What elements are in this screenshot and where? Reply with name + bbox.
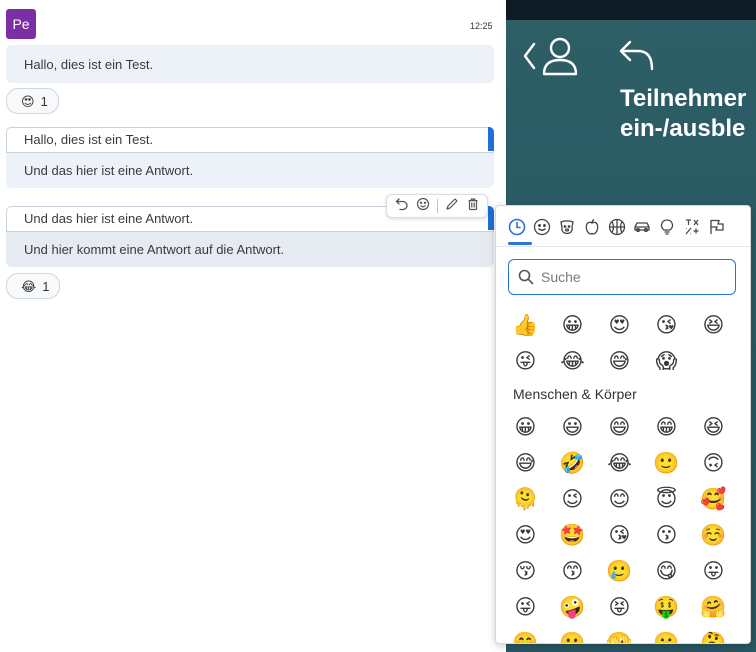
symbols-icon[interactable] xyxy=(681,216,702,238)
emoji-option[interactable]: 🤩 xyxy=(549,517,596,553)
return-arrow-icon[interactable] xyxy=(618,39,656,78)
panel-title-line2: ein-/ausble xyxy=(620,115,746,142)
emoji-option[interactable]: 🤪 xyxy=(549,589,596,625)
clock-icon[interactable] xyxy=(506,216,527,238)
emoji-option[interactable]: ☺️ xyxy=(690,517,737,553)
emoji-option[interactable]: 🥲 xyxy=(596,553,643,589)
reaction-count: 1 xyxy=(40,93,48,109)
quote-accent-bar xyxy=(488,206,494,230)
panel-icon-row xyxy=(522,36,656,81)
quoted-text: Und das hier ist eine Antwort. xyxy=(24,211,194,226)
emoji-option[interactable]: 👍 xyxy=(502,307,549,343)
emoji-option[interactable]: 😅 xyxy=(502,445,549,481)
toolbar-separator xyxy=(436,199,438,213)
active-category-indicator xyxy=(508,242,532,245)
quoted-text: Hallo, dies ist ein Test. xyxy=(24,132,154,147)
emoji-option[interactable]: 😅 xyxy=(596,343,643,379)
dog-icon[interactable] xyxy=(556,216,577,238)
heart-eyes-emoji-icon: 😍 xyxy=(21,93,35,109)
delete-icon[interactable] xyxy=(466,197,480,216)
emoji-option[interactable]: 😄 xyxy=(596,409,643,445)
apple-icon[interactable] xyxy=(581,216,602,238)
car-icon[interactable] xyxy=(631,216,652,238)
back-person-icon[interactable] xyxy=(522,36,588,81)
emoji-option[interactable]: 😍 xyxy=(596,307,643,343)
smiley-icon[interactable] xyxy=(531,216,552,238)
emoji-option[interactable]: 😚 xyxy=(502,553,549,589)
emoji-option[interactable]: 😜 xyxy=(502,343,549,379)
recent-emoji-grid: 👍 😀 😍 😘 😆 😜 😂 😅 😱 xyxy=(502,307,742,379)
emoji-option[interactable]: 🙂 xyxy=(643,445,690,481)
reply-icon[interactable] xyxy=(395,197,409,216)
people-emoji-grid: 😀 😃 😄 😁 😆 😅 🤣 😂 🙂 🙃 🫠 😉 😊 😇 🥰 😍 🤩 😘 😗 ☺️ 😚 😙 🥲 😋 😛 😜 🤪 😝 🤑 🤗 🤭 🫢 🫣 🤫 🤔 xyxy=(502,409,742,644)
message-text: Und das hier ist eine Antwort. xyxy=(24,163,194,178)
emoji-option[interactable]: 🥰 xyxy=(690,481,737,517)
emoji-option[interactable]: 😂 xyxy=(596,445,643,481)
quoted-message[interactable]: Hallo, dies ist ein Test. xyxy=(6,127,494,153)
emoji-option[interactable]: 😆 xyxy=(690,409,737,445)
laughing-emoji-icon: 😂 xyxy=(21,278,37,294)
panel-top-bar xyxy=(506,0,756,20)
emoji-option[interactable]: 🤣 xyxy=(549,445,596,481)
emoji-option[interactable]: 😁 xyxy=(643,409,690,445)
add-reaction-icon[interactable] xyxy=(416,197,430,216)
emoji-option[interactable]: 😃 xyxy=(549,409,596,445)
message-bubble-1[interactable]: Hallo, dies ist ein Test. xyxy=(6,45,494,83)
emoji-option[interactable]: 😙 xyxy=(549,553,596,589)
reaction-chip-2[interactable]: 😂 1 xyxy=(6,273,61,299)
emoji-option[interactable]: 🙃 xyxy=(690,445,737,481)
emoji-option[interactable]: 😂 xyxy=(549,343,596,379)
emoji-option[interactable]: 😋 xyxy=(643,553,690,589)
emoji-option[interactable]: 🤫 xyxy=(643,625,690,644)
emoji-option[interactable]: 😱 xyxy=(643,343,690,379)
basketball-icon[interactable] xyxy=(606,216,627,238)
message-timestamp: 12:25 xyxy=(470,21,493,31)
emoji-search-field[interactable] xyxy=(508,259,736,295)
category-divider xyxy=(496,246,750,247)
reaction-count: 1 xyxy=(42,278,50,294)
emoji-option[interactable]: 😀 xyxy=(502,409,549,445)
emoji-option[interactable]: 😘 xyxy=(643,307,690,343)
emoji-option[interactable]: 😊 xyxy=(596,481,643,517)
emoji-option[interactable]: 🤑 xyxy=(643,589,690,625)
emoji-option[interactable]: 😍 xyxy=(502,517,549,553)
flag-icon[interactable] xyxy=(706,216,727,238)
avatar[interactable]: Pe xyxy=(6,9,36,39)
emoji-search-input[interactable] xyxy=(539,266,728,288)
message-text: Hallo, dies ist ein Test. xyxy=(24,57,154,72)
emoji-option[interactable]: 🤔 xyxy=(690,625,737,644)
emoji-option[interactable]: 😝 xyxy=(596,589,643,625)
emoji-option[interactable]: 🤭 xyxy=(502,625,549,644)
message-text: Und hier kommt eine Antwort auf die Antw… xyxy=(24,242,285,257)
emoji-option[interactable]: 🫠 xyxy=(502,481,549,517)
emoji-option[interactable]: 🫢 xyxy=(549,625,596,644)
emoji-option[interactable]: 😜 xyxy=(502,589,549,625)
edit-icon[interactable] xyxy=(445,197,459,216)
panel-title-line1: Teilnehmer xyxy=(620,85,747,112)
emoji-picker: 👍😀😍😘😆😜😂😅😱 Menschen & Körper 😀😃😄😁😆😅🤣😂🙂🙃🫠😉… xyxy=(495,205,751,644)
search-icon xyxy=(518,269,534,290)
emoji-option[interactable]: 😉 xyxy=(549,481,596,517)
emoji-option[interactable]: 😇 xyxy=(643,481,690,517)
emoji-category-bar xyxy=(506,216,742,238)
emoji-option[interactable]: 😀 xyxy=(549,307,596,343)
lightbulb-icon[interactable] xyxy=(656,216,677,238)
reaction-chip-1[interactable]: 😍 1 xyxy=(6,88,59,114)
emoji-option[interactable]: 😆 xyxy=(690,307,737,343)
section-heading-people: Menschen & Körper xyxy=(513,386,637,402)
quote-accent-bar xyxy=(488,127,494,151)
emoji-option[interactable]: 😛 xyxy=(690,553,737,589)
message-action-toolbar xyxy=(386,194,488,218)
emoji-option[interactable]: 😗 xyxy=(643,517,690,553)
panel-title: Teilnehmer ein-/ausble xyxy=(620,84,756,144)
message-bubble-2[interactable]: Hallo, dies ist ein Test. Und das hier i… xyxy=(6,127,494,188)
emoji-option[interactable]: 🤗 xyxy=(690,589,737,625)
emoji-option[interactable]: 🫣 xyxy=(596,625,643,644)
emoji-option[interactable]: 😘 xyxy=(596,517,643,553)
